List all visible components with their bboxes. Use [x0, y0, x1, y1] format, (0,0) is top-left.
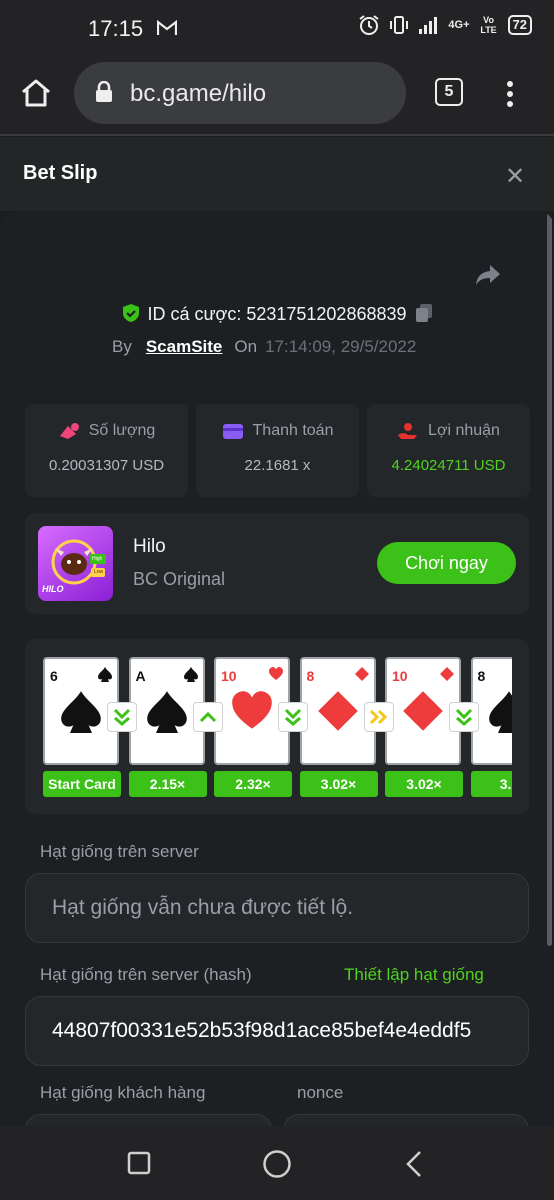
bettor-username[interactable]: ScamSite — [146, 337, 223, 356]
coins-icon — [59, 423, 79, 439]
volte-badge: Vo LTE — [480, 15, 497, 35]
status-time: 17:15 — [88, 16, 144, 41]
multiplier-badge: 2.32× — [214, 771, 292, 797]
wallet-icon — [222, 424, 243, 439]
home-icon[interactable] — [20, 78, 52, 108]
nonce-field[interactable] — [283, 1114, 529, 1126]
more-options-icon[interactable] — [505, 80, 515, 108]
card-rank: 10 — [392, 668, 408, 684]
higher-arrow-icon — [192, 702, 223, 732]
on-label: On — [234, 337, 258, 356]
stat-value: 0.20031307 USD — [48, 457, 165, 474]
status-bar: 17:15 4G+ Vo LTE 72 — [0, 0, 554, 58]
spade-suit-icon — [98, 667, 112, 682]
network-type: 4G+ — [448, 18, 470, 31]
game-subtitle: BC Original — [133, 569, 226, 589]
start-card-label: Start Card — [43, 771, 121, 797]
browser-toolbar: bc.game/hilo 5 — [0, 58, 554, 136]
diamond-suit-icon — [440, 667, 454, 681]
card-rank: 8 — [306, 668, 315, 684]
hilo-logo-high: High — [92, 556, 103, 562]
server-seed-field[interactable]: Hạt giống vẫn chưa được tiết lộ. — [25, 873, 529, 943]
vibrate-icon — [390, 16, 409, 34]
back-icon[interactable] — [405, 1150, 423, 1178]
server-seed-placeholder: Hạt giống vẫn chưa được tiết lộ. — [52, 896, 354, 919]
address-bar[interactable]: bc.game/hilo — [74, 62, 406, 124]
bet-slip-content: ID cá cược: 5231751202868839 By ScamSite O… — [0, 211, 554, 1126]
home-nav-icon[interactable] — [262, 1149, 292, 1179]
diamond-suit-icon — [317, 691, 358, 731]
card-history: 6 Start Card A 2.15× 10 2.32× 8 3.02× 10 3.02× 8 3.… — [25, 639, 529, 814]
server-hash-label: Hạt giống trên server (hash) — [40, 965, 252, 984]
stat-amount: Số lượng 0.20031307 USD — [25, 404, 188, 497]
spade-suit-icon — [488, 691, 512, 733]
verified-shield-icon — [123, 304, 140, 322]
set-seed-link[interactable]: Thiết lập hạt giống — [344, 965, 484, 985]
play-now-button[interactable]: Chơi ngay — [377, 542, 516, 584]
card-strip[interactable]: 6 Start Card A 2.15× 10 2.32× 8 3.02× 10 3.02× 8 3.… — [43, 657, 512, 802]
spade-suit-icon — [146, 691, 187, 733]
alarm-icon — [359, 15, 380, 35]
share-icon[interactable] — [474, 263, 502, 287]
profit-hand-icon — [398, 423, 418, 439]
heart-suit-icon — [269, 667, 283, 680]
url-text: bc.game/hilo — [130, 80, 267, 107]
stat-profit: Lợi nhuận 4.24024711 USD — [367, 404, 530, 497]
by-label: By — [112, 337, 132, 356]
server-hash-value: 44807f00331e52b53f98d1ace85bef4e4eddf5 — [52, 1019, 472, 1042]
stat-label: Lợi nhuận — [428, 422, 500, 439]
close-icon[interactable]: ✕ — [505, 162, 525, 191]
page-title: Bet Slip — [23, 162, 98, 184]
nonce-label: nonce — [297, 1083, 344, 1102]
lock-icon — [96, 81, 112, 102]
multiplier-badge: 3.02× — [299, 771, 378, 797]
lower-arrow-icon — [278, 702, 308, 732]
card-rank: A — [135, 668, 146, 684]
diamond-suit-icon — [403, 691, 443, 731]
status-icons: 4G+ Vo LTE 72 — [358, 14, 532, 36]
signal-icon — [419, 17, 438, 34]
diamond-suit-icon — [354, 667, 369, 681]
multiplier-badge: 3.02× — [385, 771, 463, 797]
lower-arrow-icon — [107, 702, 137, 732]
spade-suit-icon — [183, 667, 198, 682]
bet-id-row: ID cá cược: 5231751202868839 — [0, 303, 554, 325]
battery-icon: 72 — [507, 15, 532, 35]
spade-suit-icon — [61, 691, 101, 733]
stat-label: Số lượng — [88, 422, 156, 439]
copy-icon[interactable] — [415, 303, 433, 323]
bet-id: ID cá cược: 5231751202868839 — [147, 304, 407, 324]
game-card: HILO High Low Hilo BC Original Chơi ngay — [25, 513, 529, 614]
hilo-logo-low: Low — [94, 569, 104, 575]
skip-arrow-icon — [363, 702, 394, 732]
hilo-game-icon[interactable]: HILO High Low — [38, 526, 113, 601]
bet-slip-header: Bet Slip ✕ — [0, 137, 554, 211]
tab-switcher-button[interactable]: 5 — [435, 78, 463, 106]
card-rank: 10 — [221, 668, 237, 684]
stat-payout: Thanh toán 22.1681 x — [196, 404, 359, 497]
client-seed-label: Hạt giống khách hàng — [40, 1083, 206, 1102]
stat-label: Thanh toán — [252, 422, 334, 439]
system-nav-bar — [0, 1126, 554, 1200]
stat-value: 22.1681 x — [244, 457, 311, 474]
bet-stats: Số lượng 0.20031307 USD Thanh toán 22.16… — [25, 404, 530, 497]
recent-apps-icon[interactable] — [127, 1151, 151, 1175]
server-hash-field[interactable]: 44807f00331e52b53f98d1ace85bef4e4eddf5 — [25, 996, 529, 1066]
multiplier-badge: 3.9 — [470, 771, 512, 797]
game-name: Hilo — [133, 536, 166, 557]
card-rank: 6 — [50, 668, 58, 684]
lower-arrow-icon — [449, 702, 479, 732]
bet-byline: By ScamSite On 17:14:09, 29/5/2022 — [112, 337, 416, 357]
client-seed-field[interactable] — [25, 1114, 272, 1126]
hilo-logo-text: HILO — [42, 584, 64, 594]
gmail-icon — [157, 19, 177, 35]
heart-suit-icon — [232, 691, 272, 729]
card-rank: 8 — [477, 668, 486, 684]
server-seed-label: Hạt giống trên server — [40, 842, 199, 861]
multiplier-badge: 2.15× — [128, 771, 207, 797]
stat-value: 4.24024711 USD — [391, 457, 506, 474]
bet-timestamp: 17:14:09, 29/5/2022 — [265, 337, 417, 356]
